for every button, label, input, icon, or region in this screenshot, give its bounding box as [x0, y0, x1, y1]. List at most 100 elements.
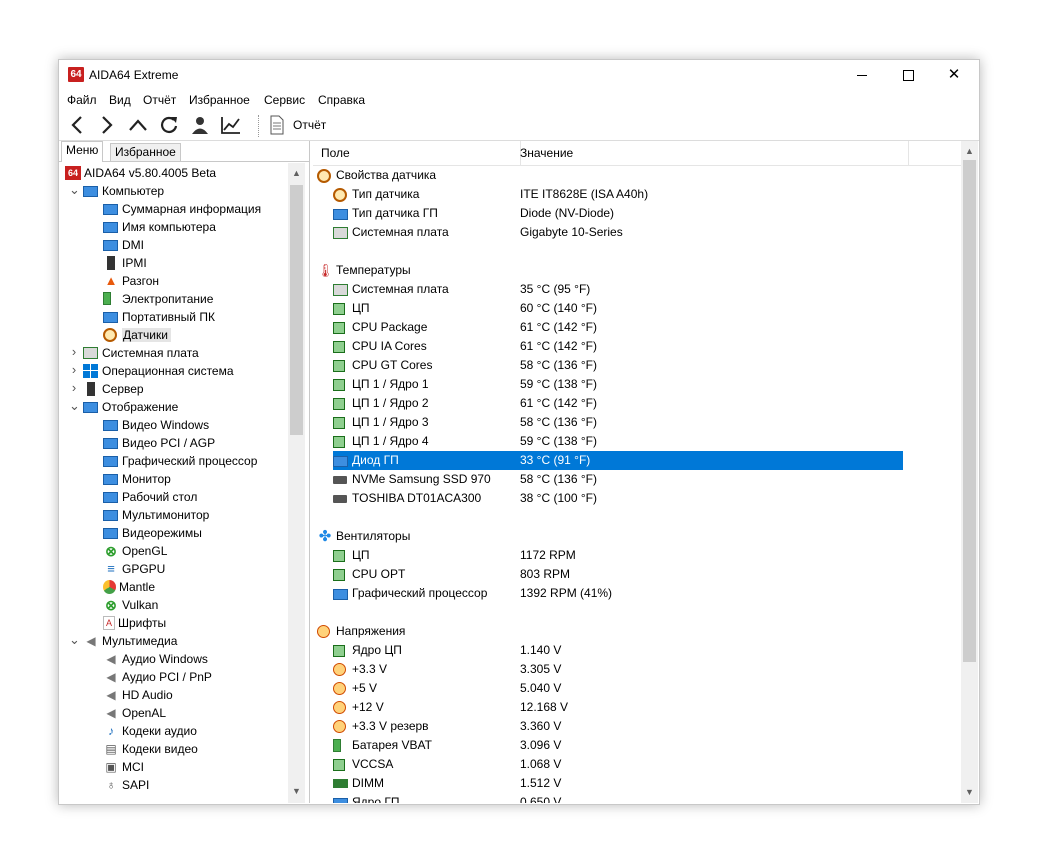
- tree-item[interactable]: A Шрифты: [103, 613, 166, 631]
- sensor-row[interactable]: CPU GT Cores 58 °C (136 °F): [313, 356, 903, 375]
- user-button[interactable]: [187, 112, 213, 138]
- tree-item[interactable]: ♪ Кодеки аудио: [103, 721, 197, 739]
- details-scroll-up-icon[interactable]: ▲: [961, 143, 978, 160]
- tree-item[interactable]: Отображение: [83, 397, 178, 415]
- tree-item[interactable]: ♁ SAPI: [103, 775, 150, 793]
- close-button[interactable]: ✕: [931, 60, 977, 90]
- tree-item[interactable]: Операционная система: [83, 361, 234, 379]
- sensor-row[interactable]: +12 V 12.168 V: [313, 698, 903, 717]
- menu-help[interactable]: Справка: [318, 93, 365, 107]
- menu-report[interactable]: Отчёт: [143, 93, 176, 107]
- tree-item[interactable]: Видеорежимы: [103, 523, 202, 541]
- sensor-row[interactable]: +3.3 V 3.305 V: [313, 660, 903, 679]
- menu-view[interactable]: Вид: [109, 93, 131, 107]
- tree-item[interactable]: ▲ Разгон: [103, 271, 160, 289]
- tree-item[interactable]: IPMI: [103, 253, 147, 271]
- sensor-row[interactable]: Графический процессор 1392 RPM (41%): [313, 584, 903, 603]
- tree-scroll-down-icon[interactable]: ▼: [288, 783, 305, 800]
- sensor-row[interactable]: NVMe Samsung SSD 970 58 °C (136 °F): [313, 470, 903, 489]
- tree-scroll-up-icon[interactable]: ▲: [288, 165, 305, 182]
- sensor-row[interactable]: ЦП 1 / Ядро 4 59 °C (138 °F): [313, 432, 903, 451]
- back-button[interactable]: [64, 112, 90, 138]
- sensor-row[interactable]: Тип датчика ГП Diode (NV-Diode): [313, 204, 903, 223]
- tree-item[interactable]: Рабочий стол: [103, 487, 197, 505]
- sensor-row[interactable]: CPU Package 61 °C (142 °F): [313, 318, 903, 337]
- tree-item[interactable]: Видео Windows: [103, 415, 209, 433]
- sensor-row[interactable]: Системная плата Gigabyte 10-Series: [313, 223, 903, 242]
- minimize-button[interactable]: [839, 60, 885, 90]
- group-header[interactable]: 🌡 Температуры: [313, 261, 903, 280]
- tree-item[interactable]: Сервер: [83, 379, 144, 397]
- tab-favorites[interactable]: Избранное: [110, 143, 181, 161]
- tree-item[interactable]: Датчики: [103, 325, 171, 343]
- sensor-row[interactable]: ЦП 1 / Ядро 3 58 °C (136 °F): [313, 413, 903, 432]
- tree-item[interactable]: ⊗ OpenGL: [103, 541, 167, 559]
- report-button[interactable]: [264, 112, 290, 138]
- tree-item[interactable]: Системная плата: [83, 343, 199, 361]
- tree-item[interactable]: Электропитание: [103, 289, 213, 307]
- tree-scroll-thumb[interactable]: [290, 185, 303, 435]
- sensor-row[interactable]: Ядро ЦП 1.140 V: [313, 641, 903, 660]
- tree-item[interactable]: 64 AIDA64 v5.80.4005 Beta: [65, 163, 216, 181]
- tree-item[interactable]: ◀ HD Audio: [103, 685, 172, 703]
- details-scrollbar[interactable]: ▲ ▼: [961, 141, 978, 803]
- collapse-icon[interactable]: ⌄: [69, 181, 80, 199]
- menu-favorites[interactable]: Избранное: [189, 93, 250, 107]
- tab-menu[interactable]: Меню: [61, 141, 104, 162]
- tree-item[interactable]: Суммарная информация: [103, 199, 261, 217]
- sensor-row[interactable]: Системная плата 35 °C (95 °F): [313, 280, 903, 299]
- sensor-row[interactable]: +3.3 V резерв 3.360 V: [313, 717, 903, 736]
- tree-scrollbar[interactable]: ▲ ▼: [288, 163, 305, 803]
- tree-item[interactable]: Графический процессор: [103, 451, 257, 469]
- tree-item[interactable]: Имя компьютера: [103, 217, 216, 235]
- menu-service[interactable]: Сервис: [264, 93, 305, 107]
- sensor-row[interactable]: TOSHIBA DT01ACA300 38 °C (100 °F): [313, 489, 903, 508]
- forward-button[interactable]: [94, 112, 120, 138]
- sensor-row[interactable]: +5 V 5.040 V: [313, 679, 903, 698]
- group-header[interactable]: ✤ Вентиляторы: [313, 527, 903, 546]
- sensor-row[interactable]: CPU IA Cores 61 °C (142 °F): [313, 337, 903, 356]
- tree-item[interactable]: Видео PCI / AGP: [103, 433, 215, 451]
- sensor-row[interactable]: ЦП 1172 RPM: [313, 546, 903, 565]
- group-header[interactable]: Напряжения: [313, 622, 903, 641]
- tree-item[interactable]: Монитор: [103, 469, 171, 487]
- group-header[interactable]: Свойства датчика: [313, 166, 903, 185]
- tree-item[interactable]: ▤ Кодеки видео: [103, 739, 197, 757]
- tree-item[interactable]: Mantle: [103, 577, 155, 595]
- collapse-icon[interactable]: ⌄: [69, 631, 80, 649]
- column-header-field[interactable]: Поле: [313, 141, 521, 165]
- tree-item[interactable]: ⊗ Vulkan: [103, 595, 158, 613]
- tree-item[interactable]: ≡ GPGPU: [103, 559, 165, 577]
- sensor-row[interactable]: Батарея VBAT 3.096 V: [313, 736, 903, 755]
- tree-item[interactable]: ◀ Аудио Windows: [103, 649, 208, 667]
- sensor-row[interactable]: VCCSA 1.068 V: [313, 755, 903, 774]
- menu-file[interactable]: Файл: [67, 93, 97, 107]
- sensor-row[interactable]: ЦП 1 / Ядро 1 59 °C (138 °F): [313, 375, 903, 394]
- sensor-row[interactable]: Тип датчика ITE IT8628E (ISA A40h): [313, 185, 903, 204]
- details-scroll-down-icon[interactable]: ▼: [961, 784, 978, 801]
- collapse-icon[interactable]: ⌄: [69, 397, 80, 415]
- sensor-row[interactable]: Ядро ГП 0.650 V: [313, 793, 903, 803]
- chart-button[interactable]: [218, 112, 244, 138]
- tree-item[interactable]: Портативный ПК: [103, 307, 215, 325]
- expand-icon[interactable]: ›: [69, 343, 79, 361]
- sensor-row[interactable]: CPU OPT 803 RPM: [313, 565, 903, 584]
- sensor-row[interactable]: ЦП 1 / Ядро 2 61 °C (142 °F): [313, 394, 903, 413]
- tree-item[interactable]: ◀ Мультимедиа: [83, 631, 177, 649]
- report-label[interactable]: Отчёт: [293, 118, 326, 132]
- tree-item[interactable]: ◀ OpenAL: [103, 703, 166, 721]
- maximize-button[interactable]: [885, 60, 931, 90]
- tree-item[interactable]: ◀ Аудио PCI / PnP: [103, 667, 212, 685]
- tree-item[interactable]: DMI: [103, 235, 144, 253]
- tree-item[interactable]: Компьютер: [83, 181, 164, 199]
- expand-icon[interactable]: ›: [69, 379, 79, 397]
- tree-item[interactable]: Мультимонитор: [103, 505, 209, 523]
- sensor-row[interactable]: DIMM 1.512 V: [313, 774, 903, 793]
- sensor-row[interactable]: ЦП 60 °C (140 °F): [313, 299, 903, 318]
- details-scroll-thumb[interactable]: [963, 160, 976, 662]
- up-button[interactable]: [125, 112, 151, 138]
- tree-item[interactable]: ▣ MCI: [103, 757, 144, 775]
- refresh-button[interactable]: [156, 112, 182, 138]
- column-header-value[interactable]: Значение: [513, 141, 909, 165]
- expand-icon[interactable]: ›: [69, 361, 79, 379]
